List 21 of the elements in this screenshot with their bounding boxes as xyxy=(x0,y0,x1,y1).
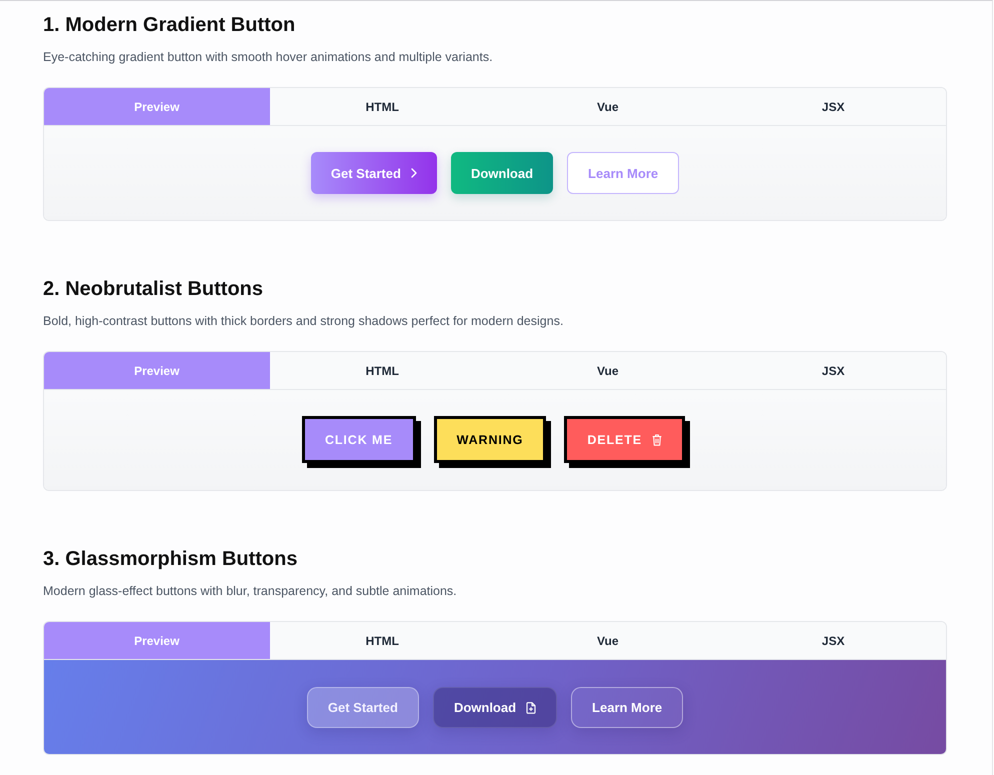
section-description: Modern glass-effect buttons with blur, transparency, and subtle animations. xyxy=(43,583,458,600)
section-title: 1. Modern Gradient Button xyxy=(43,13,296,38)
section-title: 2. Neobrutalist Buttons xyxy=(43,277,264,302)
tab[interactable]: HTML xyxy=(270,88,495,125)
demo-button[interactable]: Get Started xyxy=(310,152,437,194)
demo-button[interactable]: Download xyxy=(432,687,558,728)
chevron-right-icon xyxy=(410,168,417,178)
demo-button[interactable]: Learn More xyxy=(571,687,684,728)
tab[interactable]: Vue xyxy=(495,352,720,389)
tab[interactable]: JSX xyxy=(720,352,946,389)
trash-icon xyxy=(652,434,662,446)
tab[interactable]: Vue xyxy=(495,622,720,659)
tab[interactable]: JSX xyxy=(720,88,946,125)
section-title: 3. Glassmorphism Buttons xyxy=(43,547,298,572)
file-plus-icon xyxy=(526,702,536,714)
tab[interactable]: JSX xyxy=(720,622,946,659)
section-description: Bold, high-contrast buttons with thick borders and strong shadows perfect for modern designs. xyxy=(43,313,564,330)
tab[interactable]: HTML xyxy=(270,622,495,659)
tab[interactable]: Vue xyxy=(495,88,720,125)
section-description: Eye-catching gradient button with smooth hover animations and multiple variants. xyxy=(43,49,494,66)
tab[interactable]: HTML xyxy=(270,352,495,389)
